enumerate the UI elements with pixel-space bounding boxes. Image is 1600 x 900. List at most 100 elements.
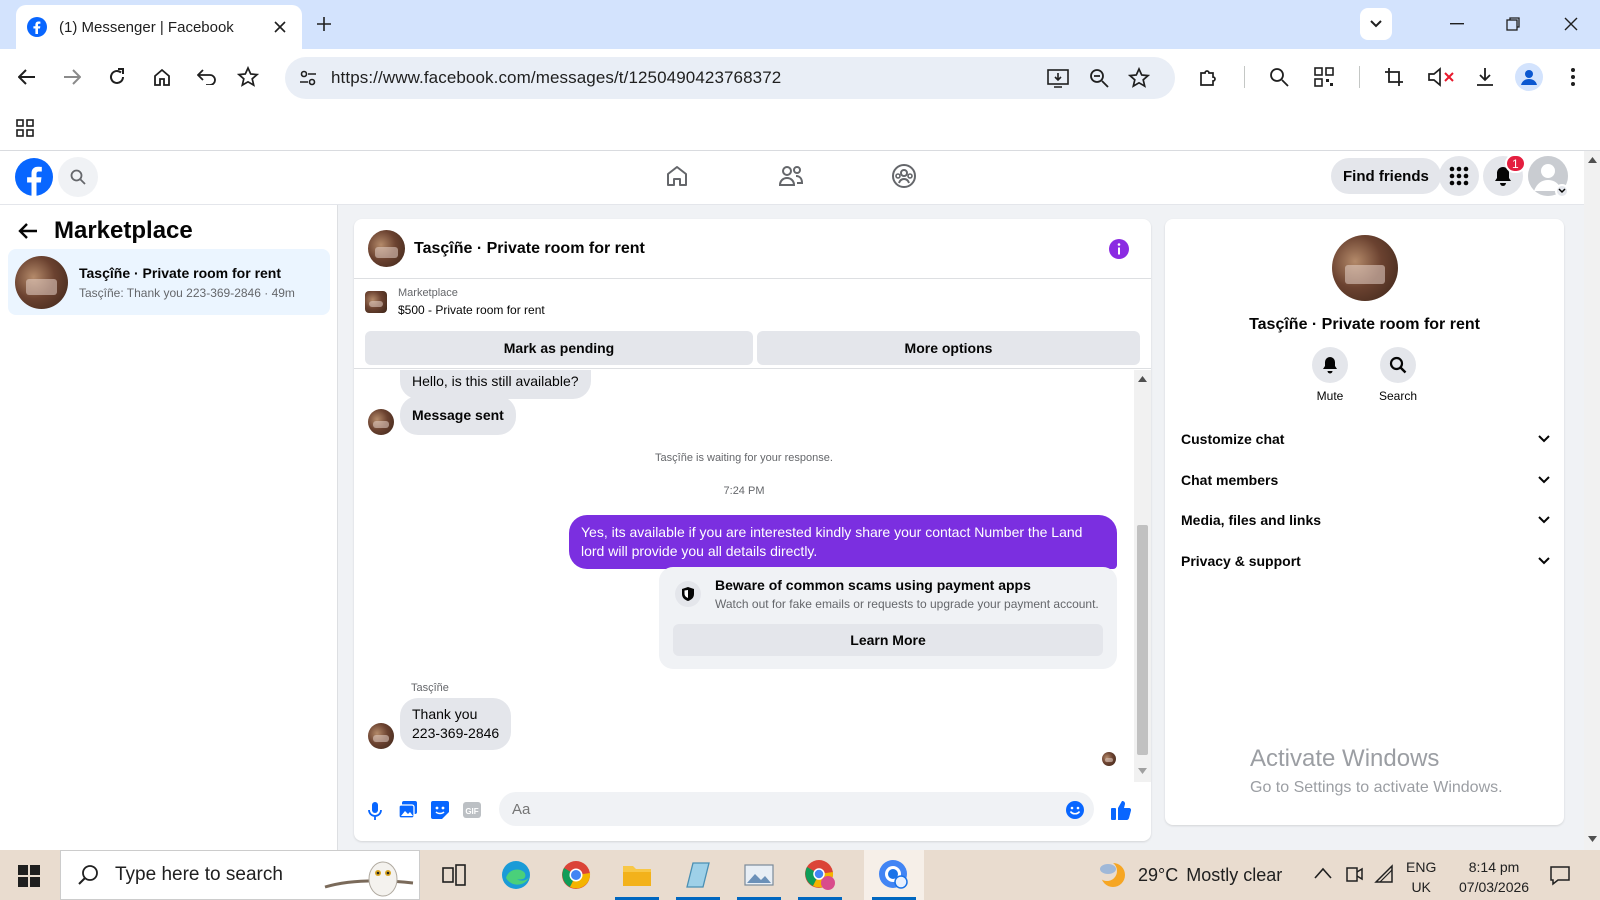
tab-search-dropdown-icon[interactable] (1360, 8, 1392, 40)
browser-menu-icon[interactable] (1561, 65, 1585, 89)
chrome-browser-icon[interactable] (550, 850, 602, 900)
qr-code-icon[interactable] (1312, 65, 1336, 89)
taskbar-clock[interactable]: 8:14 pm 07/03/2026 (1459, 857, 1529, 897)
url-text: https://www.facebook.com/messages/t/1250… (331, 68, 782, 87)
chrome-active-window-icon[interactable] (864, 850, 924, 900)
chat-header-avatar[interactable] (368, 230, 405, 267)
toolbar-divider (1359, 66, 1360, 88)
taskbar-search-box[interactable]: Type here to search (60, 850, 420, 900)
undo-icon[interactable] (195, 65, 219, 89)
message-timestamp: 7:24 PM (723, 485, 765, 497)
taskbar-search-placeholder: Type here to search (115, 864, 283, 885)
listing-info[interactable]: Marketplace $500 - Private room for rent (365, 287, 545, 317)
search-in-conversation-button[interactable]: Search (1368, 347, 1428, 403)
forward-icon[interactable] (60, 65, 84, 89)
meet-now-icon[interactable] (1345, 864, 1363, 884)
privacy-support-section[interactable]: Privacy & support (1181, 541, 1550, 581)
facebook-favicon-icon (27, 17, 47, 37)
network-icon[interactable] (1374, 864, 1394, 884)
scam-warning-card: Beware of common scams using payment app… (659, 567, 1117, 669)
more-options-button[interactable]: More options (757, 331, 1140, 365)
back-icon[interactable] (15, 65, 39, 89)
reply-line-2: 223-369-2846 (412, 725, 500, 741)
home-icon[interactable] (665, 164, 689, 188)
reply-line-1: Thank you (412, 706, 478, 722)
sticker-icon[interactable] (430, 800, 450, 820)
extensions-icon[interactable] (1196, 65, 1220, 89)
page-body: Marketplace Tasçîñe · Private room for r… (0, 205, 1584, 850)
voice-clip-icon[interactable] (368, 801, 382, 821)
account-chevron-down-icon[interactable] (1555, 184, 1569, 198)
search-tab-icon[interactable] (1267, 65, 1291, 89)
conversation-list-item[interactable]: Tasçîñe · Private room for rent Tasçîñe:… (8, 249, 330, 315)
language-indicator[interactable]: ENG UK (1406, 857, 1436, 897)
profile-avatar-icon[interactable] (1515, 63, 1543, 91)
notes-app-icon[interactable] (672, 850, 724, 900)
facebook-logo-icon[interactable] (14, 157, 54, 197)
sidebar-title: Marketplace (54, 217, 193, 244)
new-tab-icon[interactable] (312, 12, 336, 36)
find-friends-button[interactable]: Find friends (1331, 158, 1441, 194)
weather-widget[interactable]: 29°C Mostly clear (1096, 850, 1282, 900)
site-settings-icon[interactable] (299, 69, 317, 87)
gif-icon[interactable]: GIF (462, 801, 482, 819)
close-window-icon[interactable] (1559, 12, 1583, 36)
task-view-icon[interactable] (428, 850, 480, 900)
like-thumb-icon[interactable] (1110, 799, 1132, 821)
tab-title: (1) Messenger | Facebook (59, 18, 234, 36)
info-panel-name: Tasçîñe · Private room for rent (1249, 316, 1480, 333)
message-scrollbar[interactable] (1134, 370, 1151, 782)
emoji-icon[interactable] (1065, 800, 1085, 820)
customize-chat-section[interactable]: Customize chat (1181, 419, 1550, 459)
bookmark-page-star-icon[interactable] (1128, 67, 1150, 89)
facebook-top-nav: Find friends 1 (0, 151, 1584, 205)
mute-button[interactable]: Mute (1300, 347, 1360, 403)
chevron-down-icon (1538, 516, 1550, 524)
bell-icon (1322, 356, 1338, 374)
search-icon (1389, 356, 1407, 374)
edge-browser-icon[interactable] (490, 850, 542, 900)
groups-icon[interactable] (891, 163, 917, 189)
zoom-out-icon[interactable] (1089, 68, 1109, 88)
downloads-icon[interactable] (1473, 65, 1497, 89)
language-line-1: ENG (1406, 859, 1437, 875)
apps-grid-icon[interactable] (14, 117, 36, 139)
address-bar[interactable]: https://www.facebook.com/messages/t/1250… (285, 57, 1175, 99)
section-label: Privacy & support (1181, 553, 1301, 569)
photos-app-icon[interactable] (733, 850, 785, 900)
scrollbar-thumb[interactable] (1137, 525, 1148, 755)
chrome-profile-icon[interactable] (794, 850, 846, 900)
conversation-info-icon[interactable] (1109, 239, 1129, 259)
attach-photo-icon[interactable] (398, 800, 418, 820)
close-tab-icon[interactable] (270, 17, 290, 37)
menu-grid-icon[interactable] (1439, 156, 1479, 196)
file-explorer-icon[interactable] (611, 850, 663, 900)
scam-warning-description: Watch out for fake emails or requests to… (715, 597, 1099, 611)
browser-tab-messenger[interactable]: (1) Messenger | Facebook (16, 5, 302, 49)
search-label: Search (1378, 389, 1418, 403)
reload-icon[interactable] (105, 65, 129, 89)
mark-as-pending-button[interactable]: Mark as pending (365, 331, 753, 365)
install-app-icon[interactable] (1047, 68, 1069, 88)
friends-icon[interactable] (778, 164, 804, 188)
home-page-icon[interactable] (150, 65, 174, 89)
shield-icon (675, 581, 701, 607)
bookmark-star-icon[interactable] (236, 65, 260, 89)
message-input[interactable] (499, 792, 1094, 826)
muted-tab-icon[interactable] (1426, 65, 1456, 89)
info-panel-avatar[interactable] (1332, 235, 1398, 301)
restore-window-icon[interactable] (1501, 12, 1525, 36)
windows-start-icon[interactable] (18, 865, 40, 887)
facebook-search-icon[interactable] (58, 157, 98, 197)
minimize-window-icon[interactable] (1445, 12, 1469, 36)
back-arrow-icon[interactable] (18, 222, 38, 240)
chat-members-section[interactable]: Chat members (1181, 460, 1550, 500)
chat-header-name[interactable]: Tasçîñe · Private room for rent (414, 240, 645, 258)
show-hidden-icons-chevron-up-icon[interactable] (1314, 867, 1332, 879)
sender-avatar (368, 723, 394, 749)
page-scrollbar[interactable] (1584, 151, 1600, 850)
crop-screenshot-icon[interactable] (1382, 65, 1406, 89)
learn-more-button[interactable]: Learn More (673, 624, 1103, 656)
media-files-links-section[interactable]: Media, files and links (1181, 500, 1550, 540)
notification-center-icon[interactable] (1549, 864, 1571, 886)
